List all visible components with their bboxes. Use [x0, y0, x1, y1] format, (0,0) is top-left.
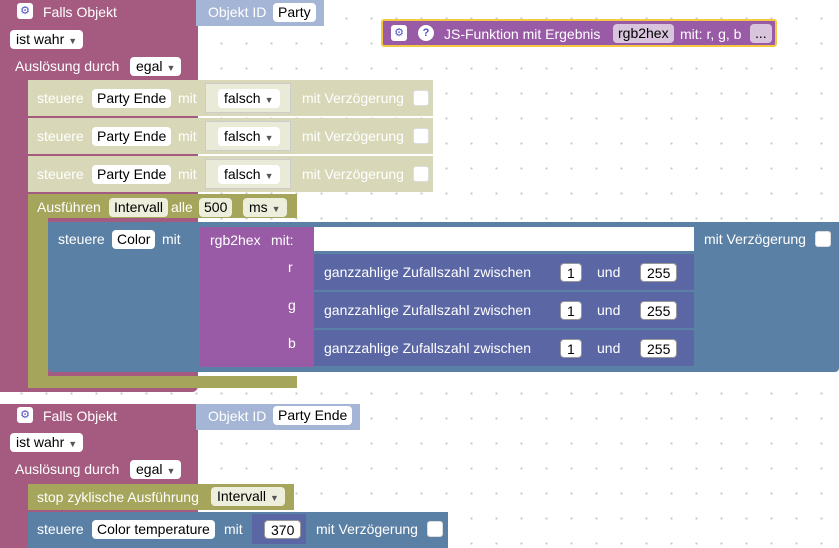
falls-objekt-label: Falls Objekt: [43, 4, 117, 20]
help-icon[interactable]: ?: [418, 25, 434, 41]
mit-label: mit: [224, 521, 243, 537]
steuere-label: steuere: [37, 166, 84, 182]
objekt-id-value[interactable]: Party: [273, 3, 316, 22]
func-name: rgb2hex: [210, 232, 261, 248]
gear-icon[interactable]: ⚙: [17, 3, 33, 19]
mit-label: mit: [178, 90, 197, 106]
target-field[interactable]: Party Ende: [92, 165, 172, 184]
trigger-dropdown[interactable]: egal ▼: [130, 57, 182, 76]
delay-checkbox[interactable]: [815, 231, 831, 247]
interval-label: Ausführen: [37, 199, 101, 215]
target-field[interactable]: Party Ende: [92, 89, 172, 108]
interval-value[interactable]: 500: [199, 198, 233, 217]
trigger-value: egal: [136, 58, 163, 74]
delay-label: mit Verzögerung: [302, 90, 404, 106]
random-label: ganzzahlige Zufallszahl zwischen: [324, 302, 531, 318]
mit-label: mit: [162, 231, 181, 247]
delay-label: mit Verzögerung: [302, 166, 404, 182]
trigger-value: egal: [136, 461, 163, 477]
steuere-label: steuere: [37, 521, 84, 537]
gear-icon[interactable]: ⚙: [391, 25, 407, 41]
steuere-label: steuere: [58, 231, 105, 247]
und-label: und: [597, 264, 621, 280]
chevron-down-icon: ▼: [270, 493, 279, 503]
condition-value: ist wahr: [16, 31, 65, 47]
delay-label: mit Verzögerung: [302, 128, 404, 144]
delay-label: mit Verzögerung: [316, 521, 418, 537]
mit-label: mit: [178, 128, 197, 144]
chevron-down-icon: ▼: [68, 439, 78, 449]
steuere-label: steuere: [37, 128, 84, 144]
trigger-dropdown[interactable]: egal ▼: [130, 460, 182, 479]
value-slot: [314, 227, 694, 251]
random-from[interactable]: 1: [560, 339, 582, 358]
value-dropdown[interactable]: falsch ▼: [218, 127, 280, 146]
delay-checkbox[interactable]: [427, 521, 443, 537]
interval-name[interactable]: Intervall: [109, 198, 169, 217]
falls-objekt-label: Falls Objekt: [43, 408, 117, 424]
trigger-label: Auslösung durch: [15, 58, 120, 74]
condition-dropdown[interactable]: ist wahr ▼: [10, 30, 84, 49]
temperature-value[interactable]: 370: [264, 520, 302, 539]
value-dropdown[interactable]: falsch ▼: [218, 89, 280, 108]
func-mit: mit:: [271, 232, 294, 248]
stop-label: stop zyklische Ausführung: [37, 489, 199, 505]
js-function-name[interactable]: rgb2hex: [613, 24, 674, 43]
delay-label: mit Verzögerung: [704, 231, 806, 247]
stop-interval-dropdown[interactable]: Intervall ▼: [211, 487, 285, 506]
chevron-down-icon: ▼: [264, 95, 274, 105]
stop-interval-value: Intervall: [217, 488, 267, 504]
color-target-field[interactable]: Color: [112, 230, 156, 249]
param-b-label: b: [288, 335, 296, 351]
unit-dropdown[interactable]: ms ▼: [243, 198, 287, 217]
chevron-down-icon: ▼: [264, 171, 274, 181]
param-r-label: r: [288, 259, 293, 275]
target-field[interactable]: Party Ende: [92, 127, 172, 146]
js-function-params: mit: r, g, b: [680, 26, 742, 42]
random-label: ganzzahlige Zufallszahl zwischen: [324, 264, 531, 280]
js-function-label: JS-Funktion mit Ergebnis: [444, 26, 601, 42]
objekt-id-value[interactable]: Party Ende: [273, 406, 353, 425]
chevron-down-icon: ▼: [264, 133, 274, 143]
dropdown-value: falsch: [224, 90, 261, 106]
random-to[interactable]: 255: [640, 263, 678, 282]
chevron-down-icon: ▼: [166, 466, 176, 476]
condition-value: ist wahr: [16, 434, 65, 450]
condition-dropdown[interactable]: ist wahr ▼: [10, 433, 84, 452]
random-label: ganzzahlige Zufallszahl zwischen: [324, 340, 531, 356]
unit-value: ms: [249, 199, 268, 215]
delay-checkbox[interactable]: [413, 166, 429, 182]
dropdown-value: falsch: [224, 128, 261, 144]
param-g-label: g: [288, 297, 296, 313]
und-label: und: [597, 302, 621, 318]
random-from[interactable]: 1: [560, 301, 582, 320]
value-dropdown[interactable]: falsch ▼: [218, 165, 280, 184]
alle-label: alle: [171, 199, 193, 215]
objekt-id-label: Objekt ID: [208, 408, 267, 424]
more-params-button[interactable]: ...: [750, 24, 772, 43]
delay-checkbox[interactable]: [413, 128, 429, 144]
gear-icon[interactable]: ⚙: [17, 407, 33, 423]
chevron-down-icon: ▼: [166, 63, 176, 73]
random-to[interactable]: 255: [640, 301, 678, 320]
random-from[interactable]: 1: [560, 263, 582, 282]
mit-label: mit: [178, 166, 197, 182]
delay-checkbox[interactable]: [413, 90, 429, 106]
objekt-id-label: Objekt ID: [208, 4, 267, 20]
chevron-down-icon: ▼: [68, 36, 78, 46]
dropdown-value: falsch: [224, 166, 261, 182]
temperature-target-field[interactable]: Color temperature: [92, 520, 215, 539]
chevron-down-icon: ▼: [271, 204, 281, 214]
steuere-label: steuere: [37, 90, 84, 106]
und-label: und: [597, 340, 621, 356]
random-to[interactable]: 255: [640, 339, 678, 358]
trigger-label: Auslösung durch: [15, 461, 120, 477]
